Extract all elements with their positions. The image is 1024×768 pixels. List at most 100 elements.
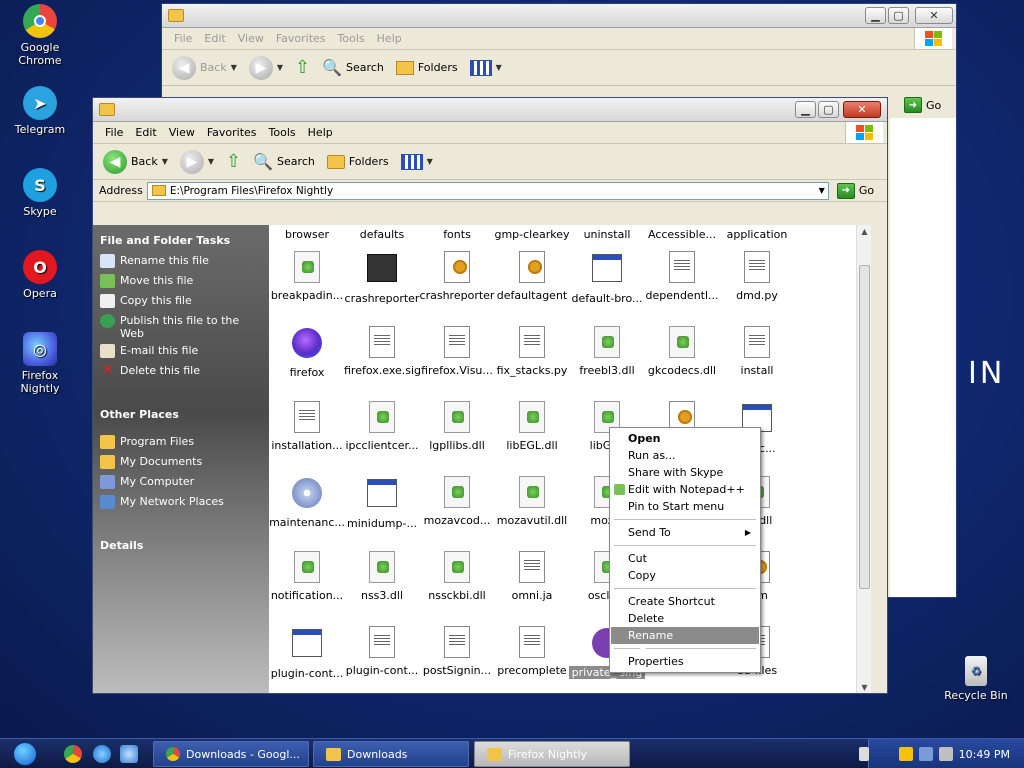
file-item[interactable]: firefox.Visu... [419, 326, 495, 377]
file-item[interactable]: defaultagent [494, 251, 570, 302]
menu-item-create-shortcut[interactable]: Create Shortcut [611, 593, 759, 610]
up-button[interactable]: ⇧ [291, 55, 314, 80]
menu-item-cut[interactable]: Cut [611, 550, 759, 567]
file-item[interactable]: dmd.py [719, 251, 795, 302]
menu-item-properties[interactable]: Properties [611, 653, 759, 670]
start-button[interactable] [0, 739, 50, 768]
search-button[interactable]: 🔍 Search [318, 56, 388, 79]
back-button[interactable]: ◀ Back ▼ [99, 148, 172, 176]
taskbar-item-downloads[interactable]: Downloads [313, 741, 469, 767]
taskbar-item-firefox-nightly[interactable]: Firefox Nightly [474, 741, 630, 767]
file-item[interactable]: install [719, 326, 795, 377]
file-item[interactable]: application [719, 225, 795, 241]
menu-favorites[interactable]: Favorites [270, 32, 332, 45]
file-item[interactable]: gmp-clearkey [494, 225, 570, 241]
clock[interactable]: 10:49 PM [959, 748, 1010, 761]
file-item[interactable]: notification... [269, 551, 345, 602]
menu-item-send-to[interactable]: Send To ▶ [611, 524, 759, 541]
place-my-documents[interactable]: My Documents [100, 455, 202, 469]
menu-item-rename[interactable]: Rename [611, 627, 759, 644]
file-item[interactable]: defaults [344, 225, 420, 241]
folders-button[interactable]: Folders [392, 59, 462, 77]
up-button[interactable]: ⇧ [222, 149, 245, 174]
task-publish[interactable]: Publish this file to the Web [100, 314, 250, 340]
task-move[interactable]: Move this file [100, 274, 193, 288]
file-item[interactable]: libEGL.dll [494, 401, 570, 452]
go-button[interactable]: ➜ Go [904, 97, 941, 113]
menu-edit[interactable]: Edit [198, 32, 231, 45]
file-item[interactable]: lgpllibs.dll [419, 401, 495, 452]
file-item[interactable]: mozavcod... [419, 476, 495, 527]
menu-help[interactable]: Help [371, 32, 408, 45]
place-program-files[interactable]: Program Files [100, 435, 194, 449]
chevron-down-icon[interactable]: ▼ [819, 186, 825, 195]
network-icon[interactable] [918, 747, 933, 761]
explorer-window[interactable]: ▁ ▢ ✕ File Edit View Favorites Tools Hel… [92, 97, 888, 694]
forward-button[interactable]: ▶ ▼ [245, 54, 287, 82]
file-item[interactable]: crashreporter [419, 251, 495, 302]
file-item[interactable]: nssckbi.dll [419, 551, 495, 602]
desktop-icon-opera[interactable]: O Opera [4, 250, 76, 300]
back-button[interactable]: ◀ Back ▼ [168, 54, 241, 82]
menu-help[interactable]: Help [302, 126, 339, 139]
maximize-button[interactable]: ▢ [818, 101, 839, 118]
file-item[interactable]: dependentl... [644, 251, 720, 302]
menu-view[interactable]: View [163, 126, 201, 139]
task-email[interactable]: E-mail this file [100, 344, 198, 358]
forward-button[interactable]: ▶ ▼ [176, 148, 218, 176]
title-bar[interactable]: ▁ ▢ ✕ [93, 98, 887, 122]
file-item[interactable]: postSignin... [419, 626, 495, 677]
desktop-icon-recycle-bin[interactable]: ♻ Recycle Bin [940, 656, 1012, 702]
file-item[interactable]: firefox [269, 326, 345, 379]
menu-favorites[interactable]: Favorites [201, 126, 263, 139]
file-item[interactable]: default-bro... [569, 251, 645, 305]
shield-icon[interactable] [898, 747, 913, 761]
keyboard-icon[interactable] [859, 747, 869, 761]
menu-item-open[interactable]: Open [611, 430, 759, 447]
task-copy[interactable]: Copy this file [100, 294, 192, 308]
file-item[interactable]: crashreporter [344, 251, 420, 305]
desktop-icon-firefox-nightly[interactable]: ◎ Firefox Nightly [4, 332, 76, 395]
vertical-scrollbar[interactable]: ▲ ▼ [856, 225, 871, 693]
address-input[interactable]: E:\Program Files\Firefox Nightly ▼ [146, 181, 829, 200]
file-item[interactable]: installation... [269, 401, 345, 452]
file-item[interactable]: firefox.exe.sig [344, 326, 421, 377]
internet-explorer-icon[interactable] [93, 745, 111, 763]
file-item[interactable]: nss3.dll [344, 551, 420, 602]
file-item[interactable]: omni.ja [494, 551, 570, 602]
desktop-icon-skype[interactable]: S Skype [4, 168, 76, 218]
file-item[interactable]: Accessible... [644, 225, 720, 241]
minimize-button[interactable]: ▁ [795, 101, 816, 118]
file-item[interactable]: plugin-cont... [344, 626, 420, 677]
scroll-up-icon[interactable]: ▲ [857, 225, 871, 239]
file-item[interactable]: fix_stacks.py [494, 326, 570, 377]
menu-edit[interactable]: Edit [129, 126, 162, 139]
go-button[interactable]: ➜ Go [836, 182, 874, 199]
file-item[interactable]: uninstall [569, 225, 645, 241]
file-item[interactable]: browser [269, 225, 345, 241]
menu-item-edit-notepad[interactable]: Edit with Notepad++ [611, 481, 759, 498]
desktop-icon-chrome[interactable]: Google Chrome [4, 4, 76, 67]
menu-item-delete[interactable]: Delete [611, 610, 759, 627]
minimize-button[interactable]: ▁ [865, 7, 886, 24]
volume-icon[interactable] [938, 747, 953, 761]
folders-button[interactable]: Folders [323, 153, 393, 171]
file-item[interactable]: gkcodecs.dll [644, 326, 720, 377]
menu-tools[interactable]: Tools [332, 32, 371, 45]
scroll-thumb[interactable] [859, 265, 870, 589]
menu-item-copy[interactable]: Copy [611, 567, 759, 584]
file-item[interactable]: precomplete [494, 626, 570, 677]
outlook-icon[interactable] [120, 745, 138, 763]
file-item[interactable]: fonts [419, 225, 495, 241]
file-item[interactable]: freebl3.dll [569, 326, 645, 377]
scroll-down-icon[interactable]: ▼ [857, 681, 871, 693]
chrome-quicklaunch-icon[interactable] [64, 745, 82, 763]
views-button[interactable]: ▼ [397, 152, 437, 172]
close-button[interactable]: ✕ [915, 7, 953, 24]
file-item[interactable]: plugin-cont... [269, 626, 345, 680]
menu-tools[interactable]: Tools [263, 126, 302, 139]
views-button[interactable]: ▼ [466, 58, 506, 78]
menu-file[interactable]: File [168, 32, 198, 45]
title-bar[interactable]: ▁ ▢ ✕ [162, 4, 956, 28]
menu-item-pin-start[interactable]: Pin to Start menu [611, 498, 759, 515]
